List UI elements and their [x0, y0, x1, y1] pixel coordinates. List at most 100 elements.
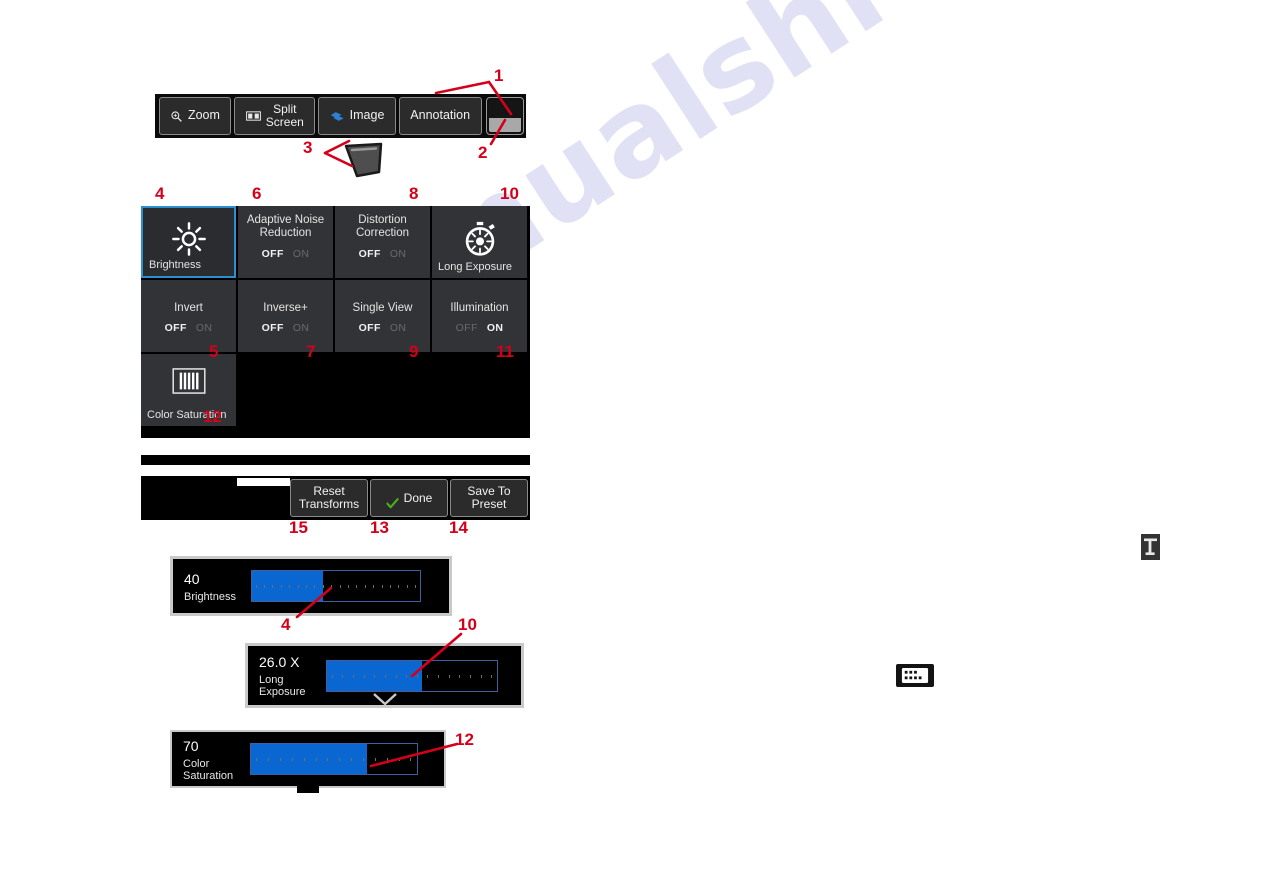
- long-exposure-name: Long Exposure: [259, 674, 306, 698]
- toggle-invert[interactable]: OFF ON: [141, 322, 236, 334]
- state-on[interactable]: ON: [293, 248, 310, 260]
- tile-adaptive-noise-reduction-label: Adaptive Noise Reduction: [246, 214, 325, 239]
- tab-zoom-label: Zoom: [187, 108, 220, 123]
- tile-row: Brightness Adaptive Noise Reduction OFF …: [141, 206, 530, 280]
- tile-invert[interactable]: Invert OFF ON: [141, 280, 236, 352]
- toggle-adaptive-noise-reduction[interactable]: OFF ON: [238, 248, 333, 260]
- tile-distortion-correction[interactable]: Distortion Correction OFF ON: [335, 206, 430, 278]
- callout-15: 15: [289, 518, 308, 537]
- long-exposure-slider-labels: 26.0 X Long Exposure: [248, 653, 326, 698]
- callout-6: 6: [252, 184, 262, 203]
- sun-icon: [170, 220, 208, 263]
- brightness-slider-labels: 40 Brightness: [173, 570, 251, 603]
- state-off[interactable]: OFF: [165, 322, 187, 334]
- tile-illumination-label: Illumination: [450, 302, 509, 314]
- save-to-preset-button[interactable]: Save To Preset: [450, 479, 528, 517]
- state-off[interactable]: OFF: [359, 322, 381, 334]
- long-exposure-value: 26.0 X: [259, 654, 300, 670]
- toggle-distortion-correction[interactable]: OFF ON: [335, 248, 430, 260]
- tab-annotation[interactable]: Annotation: [398, 97, 482, 135]
- done-label: Done: [403, 490, 433, 505]
- callout-11: 11: [496, 342, 514, 361]
- state-on[interactable]: ON: [293, 322, 310, 334]
- tile-row: Invert OFF ON Inverse+ OFF ON Single Vie…: [141, 280, 530, 354]
- state-off[interactable]: OFF: [262, 322, 284, 334]
- slider-ticks: [327, 674, 497, 678]
- toggle-lower-half: [489, 117, 522, 132]
- panel-gap-strip: [141, 455, 530, 465]
- tile-brightness[interactable]: Brightness: [141, 206, 236, 278]
- color-saturation-name: Color Saturation: [183, 757, 234, 782]
- state-on[interactable]: ON: [196, 322, 213, 334]
- tile-long-exposure-caption: Long Exposure: [438, 261, 512, 273]
- brightness-name: Brightness: [184, 590, 236, 603]
- stylus-pen-graphic: [344, 142, 383, 178]
- tile-invert-label: Invert: [174, 302, 203, 314]
- brightness-slider-track[interactable]: [251, 570, 421, 602]
- callout-9: 9: [409, 342, 419, 361]
- image-settings-grid: Brightness Adaptive Noise Reduction OFF …: [141, 206, 530, 438]
- toggle-inverse-plus[interactable]: OFF ON: [238, 322, 333, 334]
- state-on[interactable]: ON: [487, 322, 504, 334]
- callout-12-slider: 12: [455, 730, 474, 749]
- slider-ticks: [251, 758, 417, 761]
- toggle-upper-half: [489, 100, 522, 118]
- tab-image-label: Image: [349, 108, 385, 123]
- callout-3: 3: [303, 138, 313, 157]
- callout-1: 1: [494, 66, 504, 85]
- callout-5: 5: [209, 342, 219, 361]
- panel-foot: [297, 786, 319, 793]
- callout-2: 2: [478, 143, 488, 162]
- callout-8: 8: [409, 184, 419, 203]
- tile-adaptive-noise-reduction[interactable]: Adaptive Noise Reduction OFF ON: [238, 206, 333, 278]
- callout-4: 4: [155, 184, 165, 203]
- long-exposure-slider-track[interactable]: [326, 659, 498, 692]
- state-off[interactable]: OFF: [456, 322, 478, 334]
- callout-10-slider: 10: [458, 615, 477, 634]
- callout-13: 13: [370, 518, 389, 537]
- reset-transforms-button[interactable]: Reset Transforms: [290, 479, 368, 517]
- screen-mode-toggle-button[interactable]: [486, 97, 525, 135]
- state-off[interactable]: OFF: [359, 248, 381, 260]
- tile-long-exposure[interactable]: Long Exposure: [432, 206, 527, 278]
- image-layers-icon: [330, 110, 345, 123]
- tab-split-screen-label: Split Screen: [265, 102, 304, 129]
- long-exposure-slider-panel: 26.0 X Long Exposure: [245, 643, 524, 708]
- tab-annotation-label: Annotation: [410, 108, 471, 123]
- slider-ticks: [252, 585, 420, 588]
- state-on[interactable]: ON: [390, 322, 407, 334]
- tile-row: Color Saturation: [141, 354, 530, 428]
- tile-brightness-caption: Brightness: [149, 259, 201, 271]
- callout-7: 7: [306, 342, 316, 361]
- callout-14: 14: [449, 518, 468, 537]
- tab-split-screen[interactable]: Split Screen: [234, 97, 316, 135]
- panel-notch-icon: [372, 693, 397, 706]
- state-off[interactable]: OFF: [262, 248, 284, 260]
- callout-10: 10: [500, 184, 519, 203]
- tab-image[interactable]: Image: [318, 97, 396, 135]
- color-saturation-slider-panel: 70 Color Saturation: [170, 730, 446, 793]
- brightness-slider-panel: 40 Brightness: [170, 556, 452, 616]
- split-screen-icon: [245, 110, 261, 122]
- tab-zoom[interactable]: Zoom: [158, 97, 232, 135]
- color-saturation-slider-labels: 70 Color Saturation: [172, 737, 250, 782]
- state-on[interactable]: ON: [390, 248, 407, 260]
- tile-inverse-plus[interactable]: Inverse+ OFF ON: [238, 280, 333, 352]
- toggle-single-view[interactable]: OFF ON: [335, 322, 430, 334]
- color-saturation-slider-track[interactable]: [250, 743, 418, 775]
- save-to-preset-label: Save To Preset: [467, 484, 511, 511]
- tile-distortion-correction-label: Distortion Correction: [355, 214, 410, 239]
- callout-4-slider: 4: [281, 615, 291, 634]
- tile-inverse-plus-label: Inverse+: [263, 302, 308, 314]
- action-button-bar: Reset Transforms Done Save To Preset: [141, 476, 530, 520]
- text-tool-icon: [1141, 534, 1160, 560]
- done-button[interactable]: Done: [370, 479, 448, 517]
- toggle-illumination[interactable]: OFF ON: [432, 322, 527, 334]
- check-icon: [385, 484, 399, 513]
- magnifier-icon: [170, 110, 183, 123]
- reset-transforms-label: Reset Transforms: [298, 484, 360, 511]
- callout-12: 12: [203, 407, 222, 426]
- tile-single-view-label: Single View: [352, 302, 413, 314]
- color-saturation-value: 70: [183, 737, 199, 754]
- scrollbar-artifact: [237, 478, 290, 486]
